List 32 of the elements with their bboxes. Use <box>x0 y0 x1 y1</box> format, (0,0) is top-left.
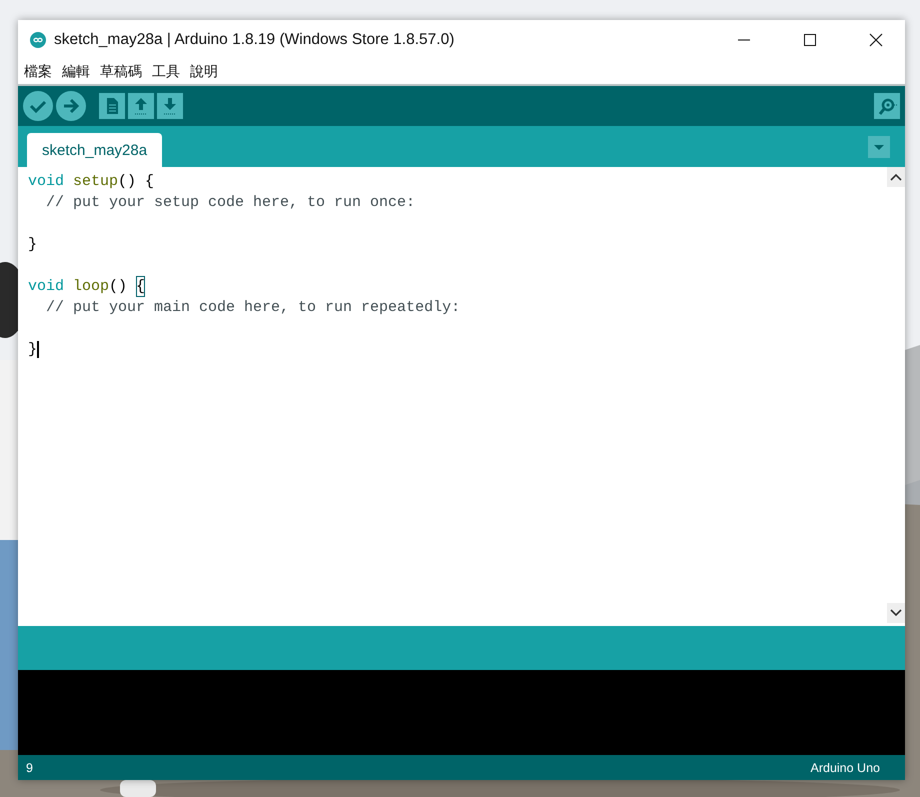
scrollbar[interactable] <box>887 167 905 623</box>
menu-item[interactable]: 說明 <box>189 63 219 81</box>
scroll-down-icon[interactable] <box>887 603 905 623</box>
upload-button[interactable] <box>56 91 86 121</box>
serial-monitor-button[interactable] <box>874 93 900 119</box>
open-button[interactable] <box>128 93 154 119</box>
file-tab[interactable]: sketch_may28a <box>27 133 162 167</box>
code-token: setup <box>72 172 118 192</box>
code-editor[interactable]: void setup() { // put your setup code here, to run once: } void loop() { // put your main code here, to run repeatedly: } <box>18 167 887 623</box>
code-token: loop <box>72 277 110 297</box>
code-token: void <box>28 172 64 192</box>
app-logo-icon <box>30 32 46 48</box>
new-file-button[interactable] <box>99 93 125 119</box>
code-comment: // put your setup code here, to run once: <box>45 193 416 213</box>
save-button[interactable] <box>157 93 183 119</box>
code-comment: // put your main code here, to run repeatedly: <box>45 298 460 318</box>
verify-button[interactable] <box>23 91 53 121</box>
code-token: } <box>28 235 38 255</box>
tab-menu-button[interactable] <box>868 136 890 158</box>
code-token: void <box>28 277 64 297</box>
menu-item[interactable]: 工具 <box>151 63 181 81</box>
board-name: Arduino Uno <box>810 760 880 774</box>
matched-bracket: { <box>136 276 146 297</box>
menu-item[interactable]: 編輯 <box>61 63 91 81</box>
code-token: () { <box>118 172 154 192</box>
code-token: } <box>28 340 38 360</box>
code-token: () <box>109 277 128 297</box>
window-title: sketch_may28a | Arduino 1.8.19 (Windows Store 1.8.57.0) <box>54 31 456 49</box>
menu-item[interactable]: 檔案 <box>23 63 53 81</box>
menu-item[interactable]: 草稿碼 <box>99 63 143 81</box>
line-number: 9 <box>26 760 33 774</box>
scroll-up-icon[interactable] <box>887 167 905 187</box>
